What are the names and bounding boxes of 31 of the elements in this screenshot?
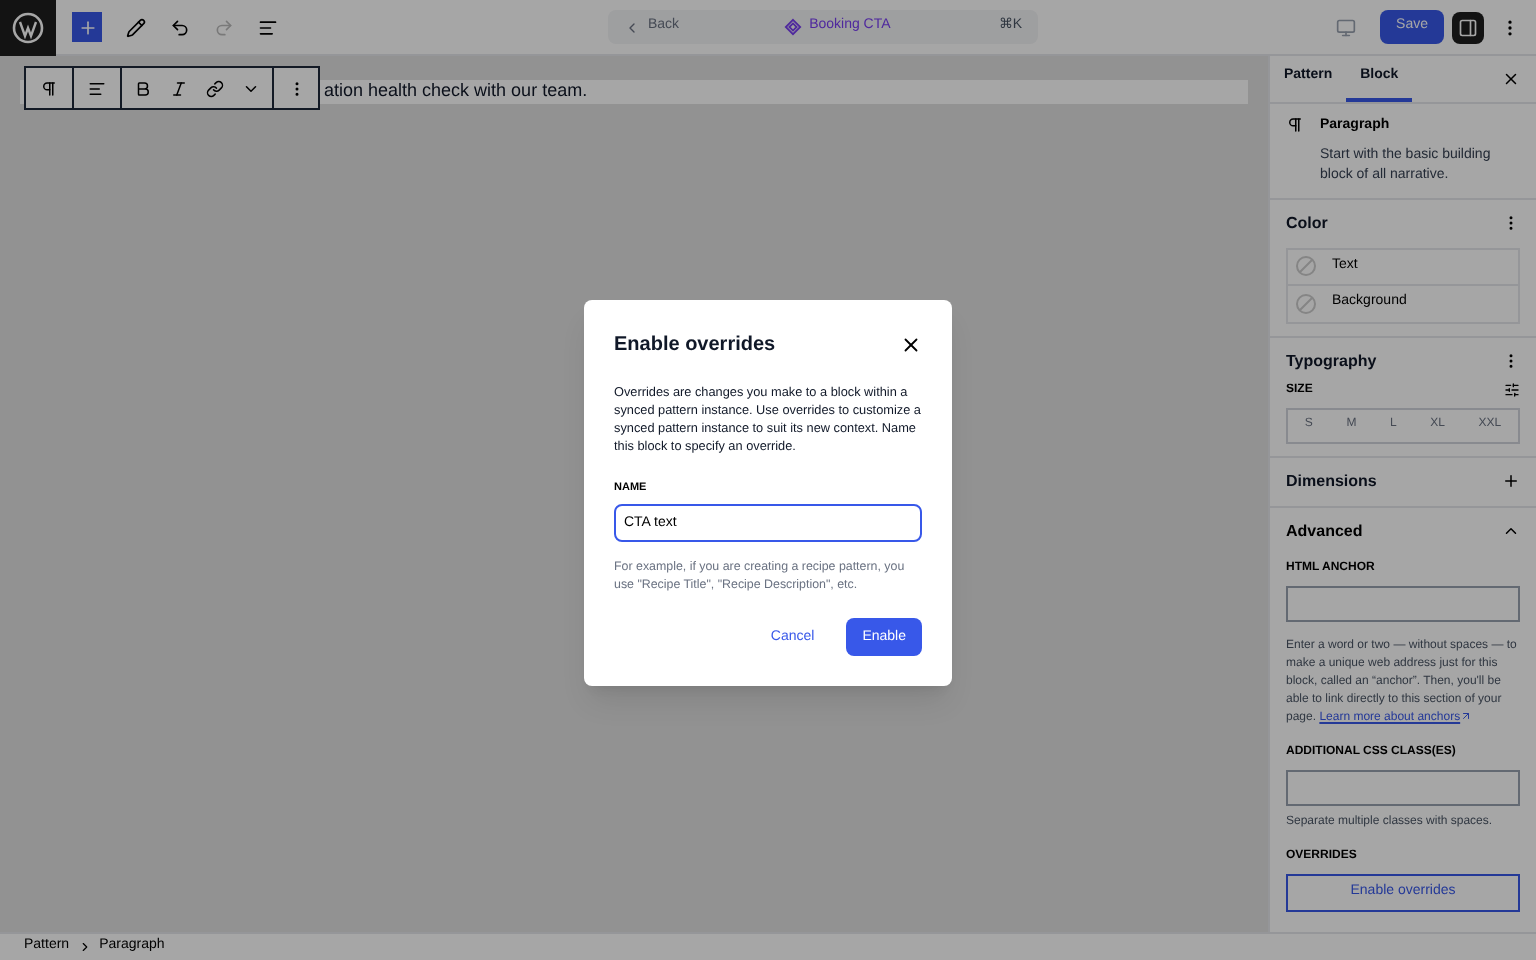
empty-swatch-icon — [1296, 256, 1316, 276]
plus-icon — [77, 17, 97, 37]
italic-icon[interactable] — [170, 79, 188, 97]
pencil-icon[interactable] — [126, 17, 146, 37]
chevron-icon — [77, 940, 92, 954]
external-link-icon — [1460, 709, 1473, 722]
add-block-button[interactable] — [72, 12, 102, 42]
back-icon — [624, 19, 640, 35]
undo-icon[interactable] — [170, 17, 190, 37]
collapse-icon[interactable] — [1502, 522, 1520, 540]
list-view-icon[interactable] — [258, 17, 278, 37]
section-title: Typography — [1286, 349, 1377, 373]
section-title: Dimensions — [1286, 469, 1377, 493]
pattern-icon — [783, 18, 802, 36]
paragraph-icon[interactable] — [40, 79, 58, 97]
close-icon[interactable] — [1502, 70, 1520, 88]
close-icon[interactable] — [900, 334, 922, 356]
sliders-icon[interactable] — [1504, 382, 1520, 398]
section-title: Color — [1286, 211, 1328, 235]
html-anchor-field[interactable] — [1286, 585, 1520, 621]
link-icon[interactable] — [206, 79, 224, 97]
paragraph-icon — [1286, 116, 1304, 134]
section-title: Advanced — [1286, 519, 1363, 543]
add-icon[interactable] — [1502, 472, 1520, 490]
empty-swatch-icon — [1296, 293, 1316, 313]
align-icon[interactable] — [88, 79, 106, 97]
wordpress-logo-icon[interactable] — [0, 0, 56, 55]
css-class-field[interactable] — [1286, 769, 1520, 805]
dialog-title: Enable overrides — [614, 332, 776, 360]
bold-icon[interactable] — [134, 79, 152, 97]
sidebar-toggle-icon[interactable] — [1452, 11, 1484, 43]
